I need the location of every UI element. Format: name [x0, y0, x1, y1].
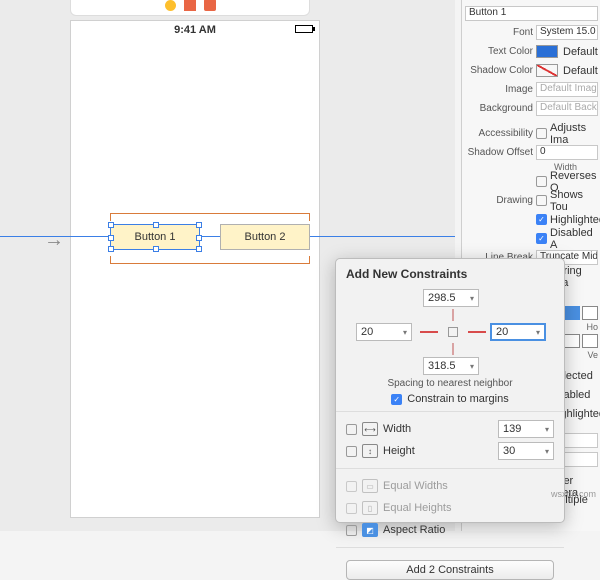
resize-handle[interactable]: [196, 222, 202, 228]
equal-widths-label: Equal Widths: [383, 480, 448, 492]
chevron-down-icon: ▾: [536, 328, 540, 337]
bottom-spacing-field[interactable]: 318.5▾: [423, 357, 479, 375]
view-controller-icon[interactable]: [184, 0, 196, 11]
equal-widths-icon: ▭: [362, 479, 378, 493]
resize-handle[interactable]: [196, 235, 202, 241]
constrain-margins-label: Constrain to margins: [407, 393, 509, 405]
align-tab[interactable]: [582, 334, 598, 348]
background-field[interactable]: Default Back: [536, 101, 598, 116]
align-tab[interactable]: [582, 306, 598, 320]
status-time: 9:41 AM: [174, 24, 216, 36]
device-frame: 9:41 AM: [70, 20, 320, 518]
disabled-checkbox[interactable]: ✓: [536, 233, 547, 244]
font-label: Font: [465, 27, 533, 38]
chevron-down-icon: ▾: [470, 362, 474, 371]
top-spacing-field[interactable]: 298.5▾: [423, 289, 479, 307]
equal-heights-label: Equal Heights: [383, 502, 452, 514]
top-strut[interactable]: [452, 309, 454, 321]
constraint-indicator-top: [110, 213, 310, 221]
background-label: Background: [465, 103, 533, 114]
dot-icon: [165, 0, 176, 11]
resize-handle[interactable]: [153, 222, 159, 228]
left-spacing-field[interactable]: 20▾: [356, 323, 412, 341]
image-label: Image: [465, 84, 533, 95]
equal-heights-icon: ▯: [362, 501, 378, 515]
height-field[interactable]: 30▾: [498, 442, 554, 460]
highlighted-label: Highlighted: [550, 214, 600, 226]
width-checkbox[interactable]: [346, 424, 357, 435]
accessibility-label: Accessibility: [465, 128, 533, 139]
right-spacing-field[interactable]: 20▾: [490, 323, 546, 341]
reverses-checkbox[interactable]: [536, 176, 547, 187]
adjusts-image-checkbox[interactable]: [536, 128, 547, 139]
button-2-label: Button 2: [245, 231, 286, 243]
initial-scene-arrow-icon[interactable]: →: [44, 229, 64, 252]
height-icon: ↕: [362, 444, 378, 458]
button-1-label: Button 1: [135, 231, 176, 243]
highlighted-checkbox[interactable]: ✓: [536, 214, 547, 225]
battery-icon: [295, 25, 313, 33]
image-field[interactable]: Default Image: [536, 82, 598, 97]
constraint-indicator-bottom: [110, 256, 310, 264]
resize-handle[interactable]: [108, 222, 114, 228]
add-constraints-button[interactable]: Add 2 Constraints: [346, 560, 554, 580]
resize-handle[interactable]: [196, 246, 202, 252]
status-bar: 9:41 AM: [71, 21, 319, 39]
resize-handle[interactable]: [153, 246, 159, 252]
text-color-swatch[interactable]: [536, 45, 558, 58]
aspect-ratio-checkbox[interactable]: [346, 525, 357, 536]
font-field[interactable]: System 15.0: [536, 25, 598, 40]
constrain-margins-checkbox[interactable]: ✓: [391, 394, 402, 405]
scene-toolbar: [70, 0, 310, 16]
text-color-label: Text Color: [465, 46, 533, 57]
shows-touch-label: Shows Tou: [550, 189, 598, 213]
align-tab[interactable]: [564, 334, 580, 348]
left-strut[interactable]: [420, 331, 438, 333]
button-1[interactable]: Button 1: [110, 224, 200, 250]
width-label: Width: [383, 423, 411, 435]
title-field[interactable]: Button 1: [465, 6, 598, 21]
resize-handle[interactable]: [108, 235, 114, 241]
shows-touch-checkbox[interactable]: [536, 195, 547, 206]
exit-icon[interactable]: [204, 0, 216, 11]
shadow-color-label: Shadow Color: [465, 65, 533, 76]
watermark: wsxdn.com: [551, 489, 596, 499]
height-label: Height: [383, 445, 415, 457]
add-constraints-popover: Add New Constraints 298.5▾ 20▾ 20▾ 318.5…: [335, 258, 565, 523]
right-strut[interactable]: [468, 331, 486, 333]
shadow-offset-label: Shadow Offset: [465, 147, 533, 158]
shadow-color-swatch[interactable]: [536, 64, 558, 77]
shadow-offset-field[interactable]: 0: [536, 145, 598, 160]
height-checkbox[interactable]: [346, 446, 357, 457]
bottom-strut[interactable]: [452, 343, 454, 355]
resize-handle[interactable]: [108, 246, 114, 252]
equal-widths-checkbox: [346, 481, 357, 492]
equal-heights-checkbox: [346, 503, 357, 514]
adjusts-image-label: Adjusts Ima: [550, 122, 598, 146]
align-tab[interactable]: [564, 306, 580, 320]
aspect-ratio-label: Aspect Ratio: [383, 524, 445, 536]
shadow-color-value: Default: [563, 65, 598, 77]
constraint-cross-icon: [442, 321, 464, 343]
width-icon: ⟷: [362, 422, 378, 436]
popover-title: Add New Constraints: [346, 267, 554, 281]
spacing-grid: 298.5▾ 20▾ 20▾ 318.5▾: [346, 289, 554, 375]
chevron-down-icon: ▾: [470, 294, 474, 303]
text-color-value: Default: [563, 46, 598, 58]
spacing-caption: Spacing to nearest neighbor: [346, 378, 554, 389]
chevron-down-icon: ▾: [403, 328, 407, 337]
drawing-label: Drawing: [465, 195, 533, 206]
width-field[interactable]: 139▾: [498, 420, 554, 438]
disabled-label: Disabled A: [550, 227, 598, 251]
button-2[interactable]: Button 2: [220, 224, 310, 250]
aspect-ratio-icon: ◩: [362, 523, 378, 537]
